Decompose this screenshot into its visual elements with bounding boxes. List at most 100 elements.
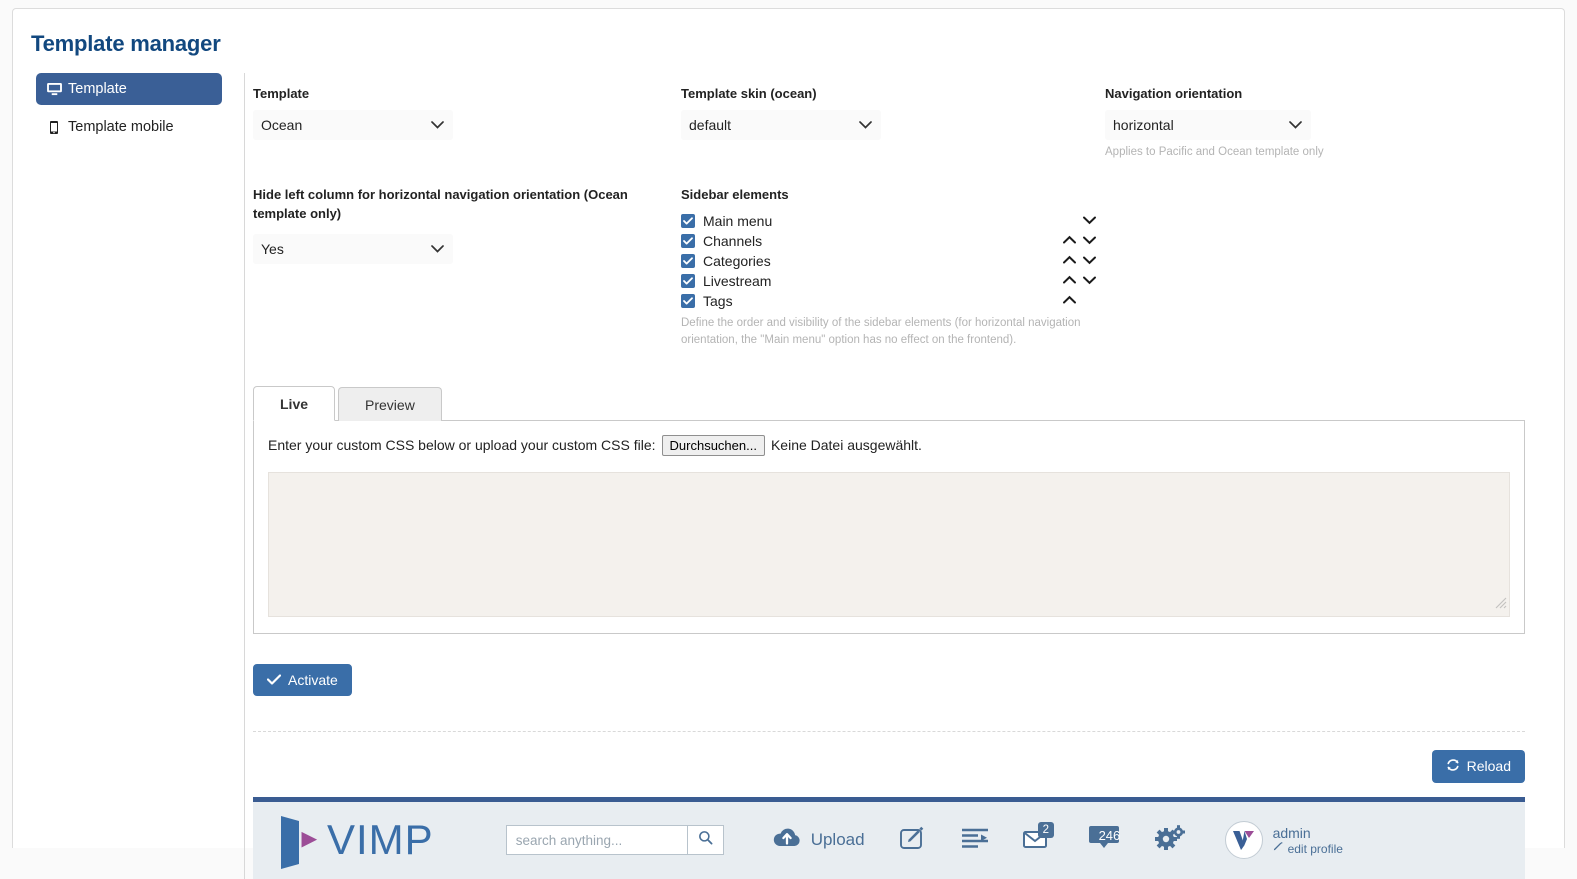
left-nav: Template Template mobile xyxy=(13,73,245,879)
checkbox-categories[interactable] xyxy=(681,254,695,269)
avatar[interactable] xyxy=(1224,821,1263,860)
reorder-arrows xyxy=(1053,273,1097,289)
field-template: Template Ocean xyxy=(253,85,681,160)
skin-select-wrapper[interactable]: default xyxy=(681,109,881,140)
sidebar-element-label: Channels xyxy=(703,233,763,250)
file-status-text: Keine Datei ausgewählt. xyxy=(770,437,922,454)
reorder-arrows xyxy=(1053,233,1097,249)
footer-nav-label: Upload xyxy=(810,830,865,850)
footer-nav-settings[interactable] xyxy=(1154,824,1185,856)
field-label: Template skin (ocean) xyxy=(681,86,817,101)
page-title: Template manager xyxy=(31,31,221,56)
sidebar-element-label: Categories xyxy=(703,253,771,270)
sidebar-element-row: Channels xyxy=(681,231,1097,251)
css-upload-line: Enter your custom CSS below or upload yo… xyxy=(268,434,1510,456)
sidebar-elements-group: Sidebar elements Main menu Channels Cate… xyxy=(681,186,1097,348)
tab-live[interactable]: Live xyxy=(253,385,336,421)
vimp-logo-text: VIMP xyxy=(327,816,434,864)
footer-nav-list[interactable] xyxy=(961,827,989,854)
mobile-icon xyxy=(46,120,62,134)
template-select-wrapper[interactable]: Ocean xyxy=(253,109,453,140)
sidebar-element-row: Livestream xyxy=(681,271,1097,291)
file-browse-button[interactable]: Durchsuchen... xyxy=(661,434,765,456)
sidebar-element-label: Main menu xyxy=(703,213,773,230)
settings-row-2: Hide left column for horizontal navigati… xyxy=(245,160,1550,348)
reorder-arrows xyxy=(1053,213,1097,229)
sidebar-elements-hint: Define the order and visibility of the s… xyxy=(681,317,1081,346)
custom-css-textarea[interactable] xyxy=(268,471,1510,617)
list-indent-icon xyxy=(961,827,989,854)
field-label: Hide left column for horizontal navigati… xyxy=(253,187,628,222)
sidebar-item-template[interactable]: Template xyxy=(36,73,222,105)
template-select[interactable]: Ocean xyxy=(253,109,453,140)
footer-nav-upload[interactable]: Upload xyxy=(772,827,865,854)
messages-badge: 2 xyxy=(1037,821,1054,838)
checkbox-livestream[interactable] xyxy=(681,274,695,289)
refresh-icon xyxy=(1446,758,1460,775)
checkbox-channels[interactable] xyxy=(681,234,695,249)
field-navigation-orientation: Navigation orientation horizontal Applie… xyxy=(1105,85,1545,160)
checkbox-tags[interactable] xyxy=(681,294,695,309)
navigation-hint: Applies to Pacific and Ocean template on… xyxy=(1105,145,1324,158)
footer-preview: VIMP search anything... Upload 2 246 adm… xyxy=(253,796,1525,879)
checkbox-main-menu[interactable] xyxy=(681,214,695,229)
search-button[interactable] xyxy=(687,825,724,856)
css-instruction: Enter your custom CSS below or upload yo… xyxy=(268,437,656,454)
pencil-icon xyxy=(1273,842,1284,856)
edit-square-icon xyxy=(899,825,927,856)
vimp-logo[interactable]: VIMP xyxy=(275,810,434,870)
resize-grip-icon[interactable] xyxy=(1493,595,1507,614)
field-hide-left-column: Hide left column for horizontal navigati… xyxy=(253,186,681,348)
gears-icon xyxy=(1154,824,1185,856)
search-input[interactable] xyxy=(505,825,688,856)
user-area[interactable]: admin edit profile xyxy=(1224,821,1343,860)
move-up-icon[interactable] xyxy=(1062,273,1077,289)
vimp-avatar-icon xyxy=(1232,831,1254,851)
reload-button[interactable]: Reload xyxy=(1431,749,1525,783)
move-down-icon[interactable] xyxy=(1082,213,1097,229)
search-box xyxy=(505,825,724,856)
reload-button-label: Reload xyxy=(1466,758,1511,775)
sidebar-item-template-mobile[interactable]: Template mobile xyxy=(36,111,222,143)
reorder-arrows xyxy=(1053,253,1097,269)
css-tabs-area: Live Preview Enter your custom CSS below… xyxy=(253,385,1525,634)
activate-button[interactable]: Activate xyxy=(253,663,352,696)
move-up-icon[interactable] xyxy=(1062,253,1077,269)
edit-profile-link[interactable]: edit profile xyxy=(1273,842,1343,856)
skin-select[interactable]: default xyxy=(681,109,881,140)
sidebar-element-row: Tags xyxy=(681,291,1097,311)
field-skin: Template skin (ocean) default xyxy=(681,85,1105,160)
body-wrapper: Template Template mobile Template Ocean xyxy=(13,73,1564,879)
reload-button-wrapper: Reload xyxy=(245,749,1525,783)
footer-bar: VIMP search anything... Upload 2 246 adm… xyxy=(253,801,1525,879)
hide-left-column-select-wrapper[interactable]: Yes xyxy=(253,234,453,265)
field-label: Navigation orientation xyxy=(1105,86,1243,101)
footer-nav-messages[interactable]: 2 xyxy=(1022,821,1054,855)
sidebar-element-label: Tags xyxy=(703,293,733,310)
activate-button-wrapper: Activate xyxy=(253,663,1550,696)
search-icon xyxy=(698,830,713,850)
sidebar-element-label: Livestream xyxy=(703,273,772,290)
move-down-icon[interactable] xyxy=(1082,253,1097,269)
navigation-select[interactable]: horizontal xyxy=(1105,109,1311,140)
move-down-icon[interactable] xyxy=(1082,273,1097,289)
edit-profile-label: edit profile xyxy=(1287,842,1343,857)
tab-panel: Enter your custom CSS below or upload yo… xyxy=(253,419,1525,634)
hide-left-column-select[interactable]: Yes xyxy=(253,234,453,265)
vimp-mark-icon xyxy=(281,816,318,870)
tab-list: Live Preview xyxy=(253,385,1525,421)
sidebar-element-row: Main menu xyxy=(681,211,1097,231)
footer-nav: Upload 2 246 xyxy=(772,821,1185,856)
tab-preview[interactable]: Preview xyxy=(338,386,442,421)
navigation-select-wrapper[interactable]: horizontal xyxy=(1105,109,1311,140)
sidebar-item-label: Template mobile xyxy=(68,119,174,135)
move-up-icon[interactable] xyxy=(1062,293,1077,309)
move-up-icon[interactable] xyxy=(1062,233,1077,249)
footer-nav-media[interactable]: 246 xyxy=(1087,825,1121,856)
cloud-upload-icon xyxy=(772,827,802,854)
user-name: admin xyxy=(1272,824,1311,841)
reorder-arrows xyxy=(1053,293,1097,309)
footer-nav-edit[interactable] xyxy=(899,825,927,856)
move-down-icon[interactable] xyxy=(1082,233,1097,249)
page-container: Template manager Template Template mobil… xyxy=(12,8,1565,879)
